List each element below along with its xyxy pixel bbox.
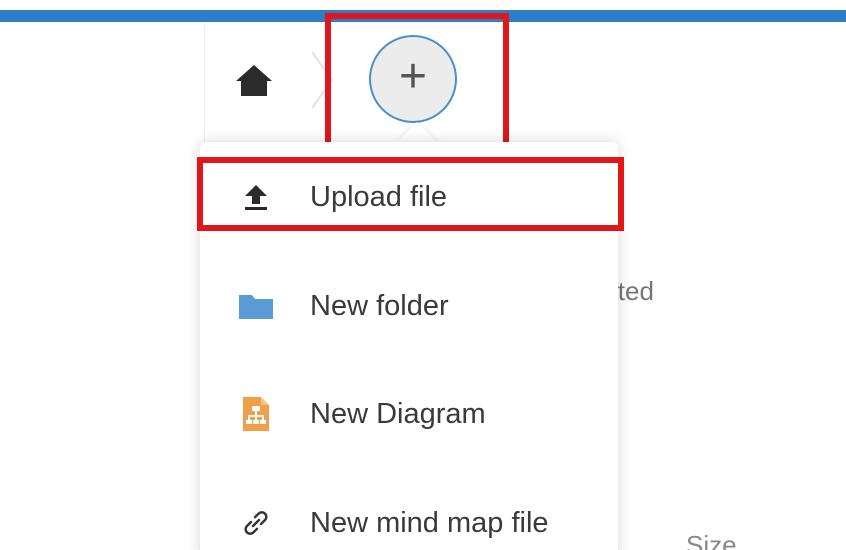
menu-item-new-folder[interactable]: New folder bbox=[200, 261, 618, 351]
menu-item-label: Upload file bbox=[310, 180, 448, 213]
menu-item-label: New folder bbox=[310, 289, 449, 322]
folder-icon bbox=[236, 286, 276, 326]
menu-item-label: New Diagram bbox=[310, 397, 486, 430]
menu-item-new-mind-map-file[interactable]: New mind map file bbox=[200, 478, 618, 550]
menu-item-upload-file[interactable]: Upload file bbox=[200, 152, 618, 242]
chevron-right-icon bbox=[311, 51, 334, 109]
home-icon[interactable] bbox=[232, 58, 276, 102]
menu-item-new-diagram[interactable]: New Diagram bbox=[200, 369, 618, 459]
files-app: + ited Size Upload file New folder New D… bbox=[0, 0, 846, 550]
new-button[interactable]: + bbox=[369, 35, 457, 123]
upload-icon bbox=[236, 177, 276, 217]
menu-item-label: New mind map file bbox=[310, 506, 549, 539]
plus-icon: + bbox=[398, 50, 428, 103]
header-bar bbox=[0, 0, 846, 22]
size-column-header[interactable]: Size bbox=[686, 530, 737, 550]
link-icon bbox=[236, 503, 276, 543]
menu-caret bbox=[395, 122, 439, 144]
new-menu: Upload file New folder New Diagram New m… bbox=[200, 142, 618, 550]
header-accent-line bbox=[0, 10, 846, 22]
diagram-file-icon bbox=[236, 394, 276, 434]
home-glyph bbox=[236, 65, 272, 96]
modified-column-header[interactable]: ited bbox=[612, 276, 654, 307]
